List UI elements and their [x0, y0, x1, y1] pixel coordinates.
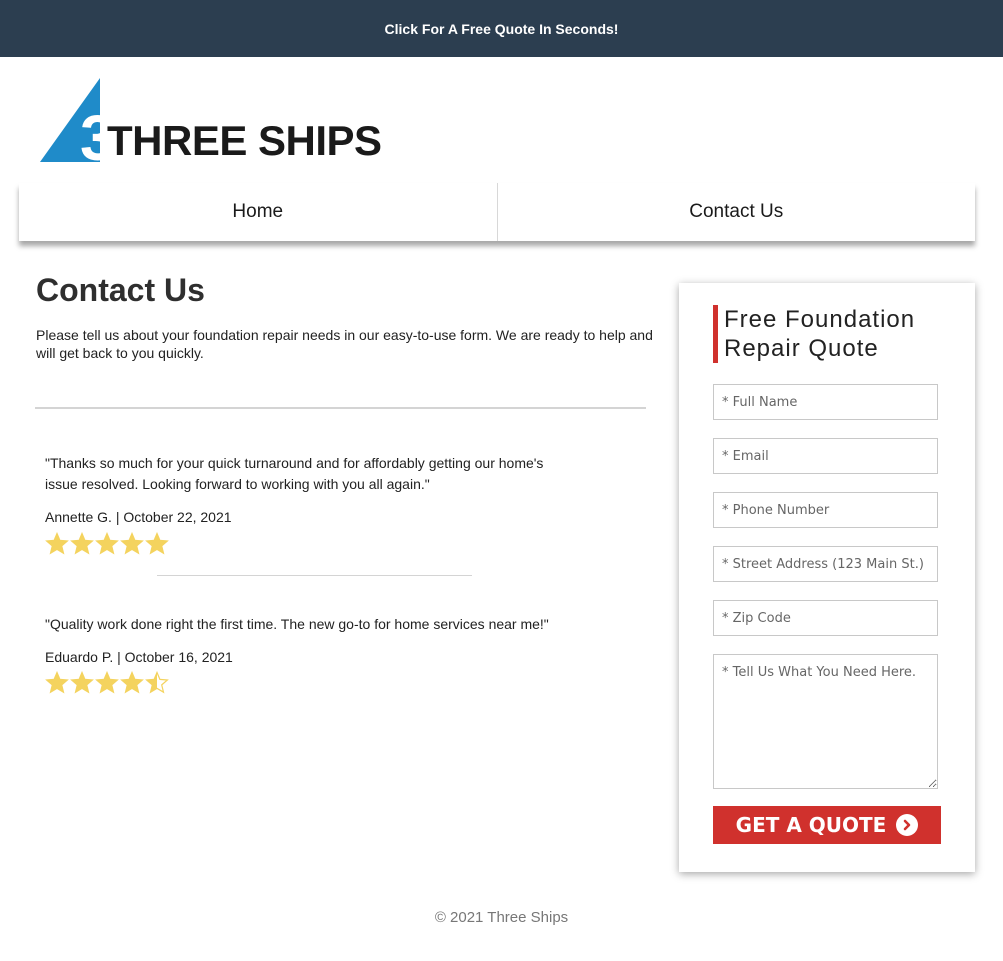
star-full-icon: [95, 671, 119, 694]
top-cta-bar[interactable]: Click For A Free Quote In Seconds!: [0, 0, 1003, 57]
star-shape: [45, 671, 69, 694]
star-half-icon: [145, 671, 169, 694]
nav-item-home[interactable]: Home: [19, 183, 497, 241]
star-shape: [120, 671, 144, 694]
review-author: Eduardo P. | October 16, 2021: [45, 649, 233, 665]
star-full-icon: [70, 671, 94, 694]
logo[interactable]: 3 THREE SHIPS: [40, 78, 390, 164]
divider: [35, 407, 646, 409]
svg-text:3: 3: [80, 102, 106, 164]
star-full-icon: [45, 671, 69, 694]
chevron-right-circle-icon: [896, 814, 919, 836]
sail-logo-icon: 3: [40, 78, 106, 164]
review-quote: "Quality work done right the first time.…: [45, 616, 549, 632]
star-shape: [70, 671, 94, 694]
submit-label: GET A QUOTE: [735, 813, 887, 837]
footer-copyright: © 2021 Three Ships: [434, 909, 569, 926]
star-shape: [70, 532, 94, 555]
star-full-icon: [120, 532, 144, 555]
full-name-input[interactable]: [713, 384, 938, 420]
page-title: Contact Us: [36, 272, 205, 308]
review-quote: "Thanks so much for your quick turnaroun…: [45, 455, 544, 492]
review-author: Annette G. | October 22, 2021: [45, 509, 232, 525]
star-full-icon: [45, 532, 69, 555]
intro-text: Please tell us about your foundation rep…: [36, 327, 653, 361]
top-cta-label[interactable]: Click For A Free Quote In Seconds!: [385, 21, 619, 37]
main-nav: Home Contact Us: [19, 183, 975, 241]
star-rating: [45, 532, 170, 556]
star-full-icon: [70, 532, 94, 555]
star-full-icon: [120, 671, 144, 694]
street-address-input[interactable]: [713, 546, 938, 582]
message-textarea[interactable]: [713, 654, 938, 789]
review-1: "Thanks so much for your quick turnaroun…: [45, 453, 605, 525]
review-divider: [157, 575, 472, 576]
form-heading: Free Foundation Repair Quote: [713, 305, 954, 363]
star-shape: [95, 671, 119, 694]
star-shape: [95, 532, 119, 555]
star-shape: [120, 532, 144, 555]
star-full-icon: [95, 532, 119, 555]
nav-item-contact-us[interactable]: Contact Us: [496, 183, 976, 241]
review-2: "Quality work done right the first time.…: [45, 614, 605, 665]
logo-text: THREE SHIPS: [107, 117, 382, 164]
quote-form: Free Foundation Repair Quote GET A QUOTE: [679, 283, 975, 872]
email-input[interactable]: [713, 438, 938, 474]
star-rating: [45, 671, 170, 695]
star-shape: [145, 671, 169, 694]
star-full-icon: [145, 532, 169, 555]
star-shape: [145, 532, 169, 555]
star-shape: [45, 532, 69, 555]
zip-code-input[interactable]: [713, 600, 938, 636]
phone-number-input[interactable]: [713, 492, 938, 528]
get-a-quote-button[interactable]: GET A QUOTE: [713, 806, 941, 844]
